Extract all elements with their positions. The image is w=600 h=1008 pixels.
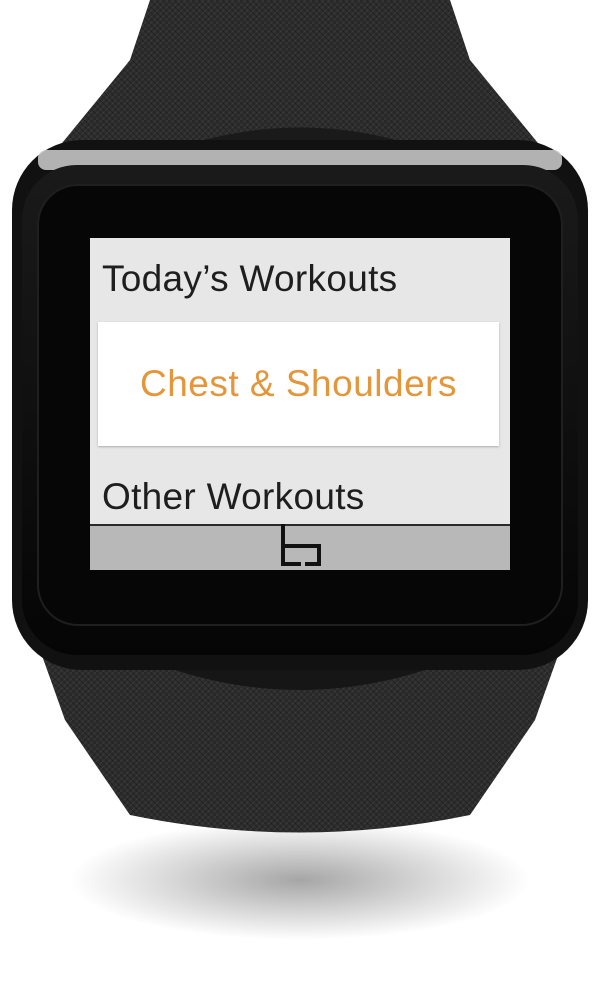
workout-card-label: Chest & Shoulders: [139, 363, 457, 404]
section-header-todays-workouts: Today’s Workouts: [102, 258, 398, 299]
nav-bar: [90, 524, 510, 570]
workout-card-chest-shoulders[interactable]: Chest & Shoulders: [98, 322, 499, 446]
home-icon[interactable]: [279, 524, 323, 570]
watch-screen: Today’s Workouts Chest & Shoulders Other…: [90, 238, 510, 570]
section-header-other-workouts[interactable]: Other Workouts: [102, 476, 365, 518]
smartwatch: Today’s Workouts Chest & Shoulders Other…: [0, 0, 600, 1008]
